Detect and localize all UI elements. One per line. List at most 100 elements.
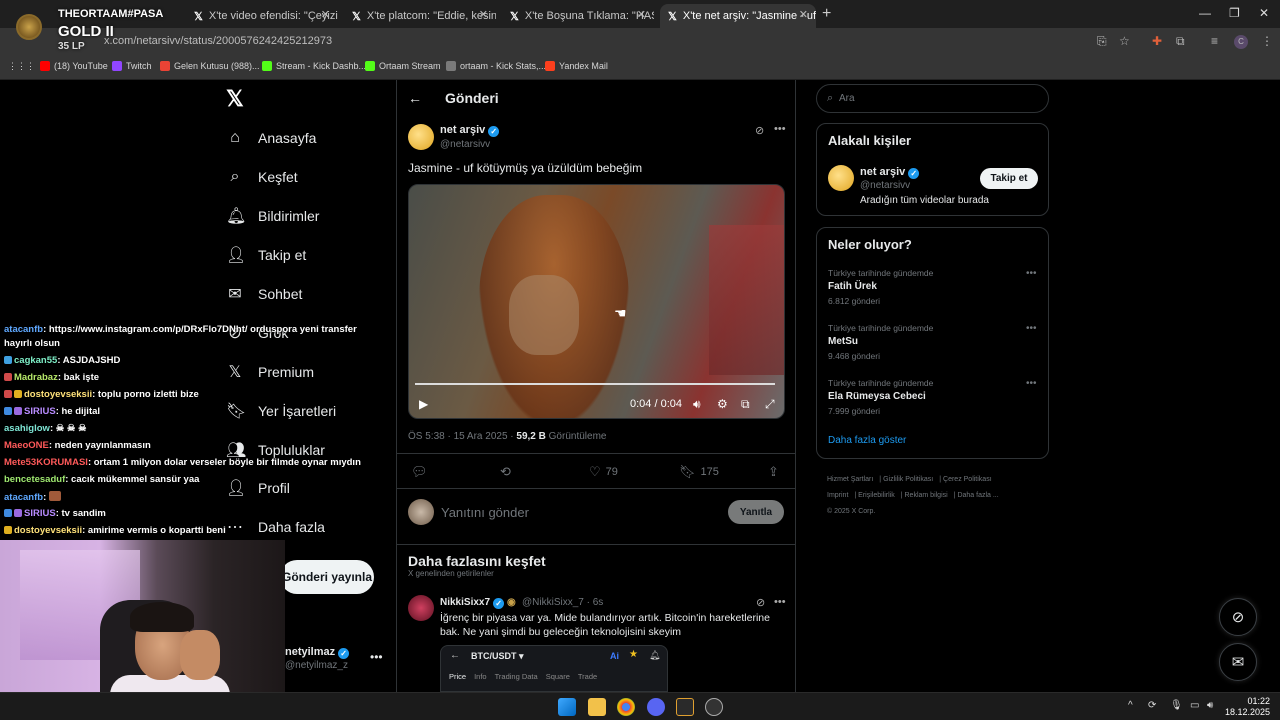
bookmark-kick-stats[interactable]: ortaam - Kick Stats,... [446,61,546,71]
related-name[interactable]: net arşiv ✓ [860,166,920,179]
bookmark-kick-dashboard[interactable]: Stream - Kick Dashb... [262,61,366,71]
profile-avatar[interactable]: C [1234,35,1248,49]
minimize-icon[interactable]: — [1199,6,1211,20]
more-icon[interactable]: ••• [1026,323,1037,334]
messages-fab-icon[interactable]: ✉ [1219,643,1257,681]
more-icon[interactable]: ••• [774,596,786,608]
explore-subtitle: X genelinden getirilenler [408,569,494,578]
nav-messages[interactable]: ✉ Sohbet [226,279,302,309]
close-icon[interactable]: ✕ [321,8,330,21]
author-name[interactable]: net arşiv ✓ [440,124,500,137]
install-icon[interactable]: ⎘ [1097,34,1107,49]
video-progress-bar[interactable] [415,383,775,385]
footer-link[interactable]: Gizlilik Politikası [883,476,933,483]
extensions-puzzle-icon[interactable]: ⧉ [1176,34,1185,49]
tray-chevron-icon[interactable]: ^ [1128,700,1133,711]
discord-icon[interactable] [647,698,665,716]
close-icon[interactable]: ✕ [637,8,646,21]
more-icon[interactable]: ••• [1026,378,1037,389]
footer-link[interactable]: Daha fazla ... [957,492,998,499]
x-favicon-icon: 𝕏 [352,10,361,23]
tray-volume-icon[interactable]: 🔊︎ [1207,700,1213,711]
browser-tab[interactable]: 𝕏 X'te video efendisi: "Çeyizinin o ✕ [186,4,338,28]
reply-input[interactable]: Yanıtını gönder [441,505,529,520]
new-tab-icon[interactable]: + [822,5,831,23]
show-more-link[interactable]: Daha fazla göster [828,435,906,446]
bookmark-youtube[interactable]: (18) YouTube [40,61,108,71]
footer-link[interactable]: Hizmet Şartları [827,476,873,483]
maximize-icon[interactable]: ❐ [1229,6,1240,20]
back-arrow-icon[interactable]: ← [408,90,422,106]
grok-icon[interactable]: ⊘ [756,596,765,609]
play-icon[interactable]: ▶ [419,397,428,411]
windows-start-icon[interactable] [558,698,576,716]
tray-mic-icon[interactable]: 🎙︎ [1170,700,1183,711]
browser-tab[interactable]: 𝕏 X'te platcom: "Eddie, kesin bir ✕ [344,4,496,28]
nav-follow[interactable]: 👤︎ Takip et [226,240,306,270]
browser-tab-active[interactable]: 𝕏 X'te net arşiv: "Jasmine - uf köt ✕ [660,4,816,28]
related-avatar[interactable] [828,165,854,191]
repost-action[interactable]: ⟲ [500,464,511,480]
apps-grid-icon[interactable]: ⋮⋮⋮ [8,61,35,72]
obs-icon[interactable] [705,698,723,716]
share-action[interactable]: ⇪ [768,464,779,480]
bookmark-gmail[interactable]: Gelen Kutusu (988)... [160,61,260,71]
account-name[interactable]: netyilmaz ✓ [285,646,350,659]
clock-time[interactable]: 01:22 [1240,696,1270,706]
tray-sync-icon[interactable]: ⟳ [1148,700,1156,711]
settings-gear-icon[interactable]: ⚙ [717,397,728,411]
kick-icon [262,61,272,71]
account-more-icon[interactable]: ••• [370,650,383,664]
follow-button[interactable]: Takip et [980,168,1038,189]
bookmark-ortaam-stream[interactable]: Ortaam Stream [365,61,441,71]
window-close-icon[interactable]: ✕ [1259,6,1269,20]
trend-name[interactable]: Ela Rümeysa Cebeci [828,391,926,402]
search-input[interactable]: ⌕ Ara [816,84,1049,113]
file-explorer-icon[interactable] [588,698,606,716]
chrome-icon[interactable] [617,698,635,716]
fullscreen-icon[interactable]: ⤢ [765,397,775,412]
app-icon[interactable] [676,698,694,716]
bookmark-action[interactable]: 🔖︎ 175 [679,464,719,480]
author-handle[interactable]: @netarsivv [440,139,490,150]
trend-name[interactable]: Fatih Ürek [828,281,877,292]
footer-link[interactable]: Reklam bilgisi [905,492,948,499]
x-logo-icon[interactable]: 𝕏 [226,88,248,110]
nav-explore[interactable]: ⌕ Keşfet [226,162,298,192]
chat-badge-icon [4,509,12,517]
post-button[interactable]: Gönderi yayınla [280,560,374,594]
grok-fab-icon[interactable]: ⊘ [1219,598,1257,636]
more-icon[interactable]: ••• [774,123,786,135]
reply-button[interactable]: Yanıtla [728,500,784,524]
bookmark-star-icon[interactable]: ☆ [1119,34,1130,48]
media-icon[interactable]: ≡ [1211,34,1218,48]
extension-icon[interactable]: ✚ [1152,34,1162,48]
author-avatar[interactable] [408,124,434,150]
reply-action[interactable]: 💬︎ [411,464,428,480]
close-icon[interactable]: ✕ [479,8,488,21]
tray-display-icon[interactable]: ▭ [1190,700,1199,711]
picture-in-picture-icon[interactable]: ⧉ [741,397,750,412]
bookmark-twitch[interactable]: Twitch [112,61,152,71]
nikki-name[interactable]: NikkiSixx7 ✓ ◉ [440,597,516,609]
embedded-image[interactable]: ← BTC/USDT ▾ Ai ★ 🔔︎ Price Info Trading … [440,645,668,692]
volume-icon[interactable]: 🔊︎ [693,397,701,412]
menu-icon[interactable]: ⋮ [1261,34,1273,48]
close-icon[interactable]: ✕ [799,8,808,21]
nikki-avatar[interactable] [408,595,434,621]
grok-icon[interactable]: ⊘ [755,124,764,137]
nav-home[interactable]: ⌂ Anasayfa [226,123,316,153]
like-action[interactable]: ♡ 79 [589,464,618,480]
clock-date[interactable]: 18.12.2025 [1224,707,1270,717]
more-icon[interactable]: ••• [1026,268,1037,279]
chat-text: : ASJDAJSHD [57,355,121,366]
footer-link[interactable]: Imprint [827,492,848,499]
trend-name[interactable]: MetSu [828,336,858,347]
footer-link[interactable]: Erişilebilirlik [858,492,895,499]
chat-text: : toplu porno izletti bize [92,389,199,400]
bookmark-yandex-mail[interactable]: Yandex Mail [545,61,608,71]
browser-tab[interactable]: 𝕏 X'te Boşuna Tıklama: "HASSAS ✕ [502,4,654,28]
video-player[interactable]: ▶ 0:04 / 0:04 🔊︎ ⚙ ⧉ ⤢ ☚ [408,184,785,419]
nav-notifications[interactable]: 🔔︎ Bildirimler [226,201,319,231]
footer-link[interactable]: Çerez Politikası [943,476,992,483]
